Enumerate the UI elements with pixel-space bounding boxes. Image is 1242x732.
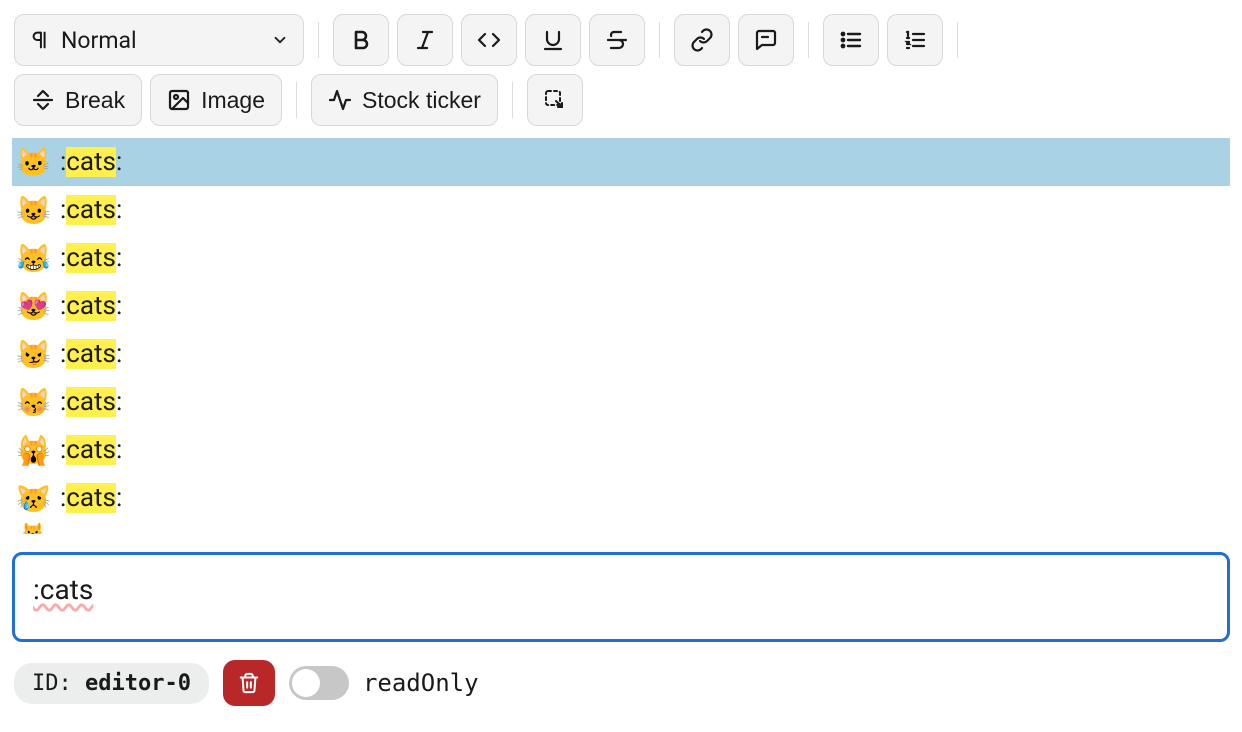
activity-icon — [328, 88, 352, 112]
comment-button[interactable] — [738, 14, 794, 66]
emoji-suggestion-item[interactable]: 😻 :cats: — [12, 282, 1230, 330]
delete-button[interactable] — [223, 660, 275, 706]
image-button[interactable]: Image — [150, 74, 282, 126]
separator — [808, 22, 809, 58]
code-button[interactable] — [461, 14, 517, 66]
underline-button[interactable] — [525, 14, 581, 66]
toolbar-row-1: Normal — [14, 14, 1228, 66]
stock-ticker-button[interactable]: Stock ticker — [311, 74, 498, 126]
emoji-suggestion-item[interactable]: 😺 :cats: — [12, 186, 1230, 234]
toolbar-row-2: Break Image Stock ticker — [14, 74, 1228, 126]
bold-button[interactable] — [333, 14, 389, 66]
emoji-glyph: 😽 — [16, 386, 50, 419]
emoji-suggestion-item[interactable]: 🙀 :cats: — [12, 426, 1230, 474]
emoji-glyph: 😻 — [16, 290, 50, 323]
ordered-list-button[interactable] — [887, 14, 943, 66]
emoji-glyph: 😿 — [16, 482, 50, 515]
emoji-shortcode: :cats: — [60, 483, 122, 513]
underline-icon — [541, 28, 565, 52]
emoji-suggestion-item[interactable]: 🐱 :cats: — [12, 138, 1230, 186]
bullet-list-button[interactable] — [823, 14, 879, 66]
emoji-glyph: 😾 — [16, 522, 50, 534]
emoji-shortcode: :cats: — [60, 243, 122, 273]
emoji-suggestion-item[interactable]: 😾 — [12, 522, 1230, 534]
emoji-suggestion-item[interactable]: 😽 :cats: — [12, 378, 1230, 426]
break-button[interactable]: Break — [14, 74, 142, 126]
separator — [957, 22, 958, 58]
emoji-suggestion-list: 🐱 :cats: 😺 :cats: 😹 :cats: 😻 :cats: 😼 :cats: 😽 :cat… — [12, 138, 1230, 534]
editor-id-badge: ID: editor-0 — [14, 663, 209, 704]
bullet-list-icon — [839, 28, 863, 52]
readonly-toggle[interactable] — [289, 666, 349, 700]
footer: ID: editor-0 readOnly — [0, 642, 1242, 724]
paragraph-style-label: Normal — [61, 27, 137, 54]
italic-icon — [413, 28, 437, 52]
emoji-suggestion-item[interactable]: 😹 :cats: — [12, 234, 1230, 282]
bold-icon — [349, 28, 373, 52]
paragraph-style-dropdown[interactable]: Normal — [14, 14, 304, 66]
code-icon — [477, 28, 501, 52]
emoji-suggestion-item[interactable]: 😼 :cats: — [12, 330, 1230, 378]
stock-ticker-label: Stock ticker — [362, 87, 481, 114]
separator — [296, 82, 297, 118]
emoji-suggestion-item[interactable]: 😿 :cats: — [12, 474, 1230, 522]
emoji-shortcode: :cats: — [60, 339, 122, 369]
emoji-glyph: 🙀 — [16, 434, 50, 467]
emoji-shortcode: :cats: — [60, 387, 122, 417]
readonly-label: readOnly — [363, 669, 479, 697]
ordered-list-icon — [903, 28, 927, 52]
strikethrough-button[interactable] — [589, 14, 645, 66]
image-label: Image — [201, 87, 265, 114]
emoji-glyph: 🐱 — [16, 146, 50, 179]
strikethrough-icon — [605, 28, 629, 52]
trash-icon — [238, 672, 260, 694]
italic-button[interactable] — [397, 14, 453, 66]
paragraph-icon — [29, 29, 51, 51]
emoji-shortcode: :cats: — [60, 435, 122, 465]
editor-container: :cats — [12, 552, 1230, 642]
comment-icon — [754, 28, 778, 52]
emoji-shortcode: :cats: — [60, 147, 122, 177]
emoji-glyph: 😹 — [16, 242, 50, 275]
link-icon — [690, 28, 714, 52]
id-value: editor-0 — [85, 671, 191, 696]
link-button[interactable] — [674, 14, 730, 66]
id-prefix: ID: — [32, 671, 85, 696]
editor-input[interactable]: :cats — [12, 552, 1230, 642]
selection-tool-button[interactable] — [527, 74, 583, 126]
toggle-knob — [292, 669, 320, 697]
separator — [512, 82, 513, 118]
break-label: Break — [65, 87, 125, 114]
separator — [659, 22, 660, 58]
toolbar: Normal — [0, 0, 1242, 130]
selection-icon — [543, 88, 567, 112]
emoji-shortcode — [60, 522, 66, 534]
separator — [318, 22, 319, 58]
image-icon — [167, 88, 191, 112]
emoji-glyph: 😺 — [16, 194, 50, 227]
emoji-glyph: 😼 — [16, 338, 50, 371]
emoji-shortcode: :cats: — [60, 291, 122, 321]
chevron-down-icon — [271, 31, 289, 49]
emoji-shortcode: :cats: — [60, 195, 122, 225]
break-icon — [31, 88, 55, 112]
